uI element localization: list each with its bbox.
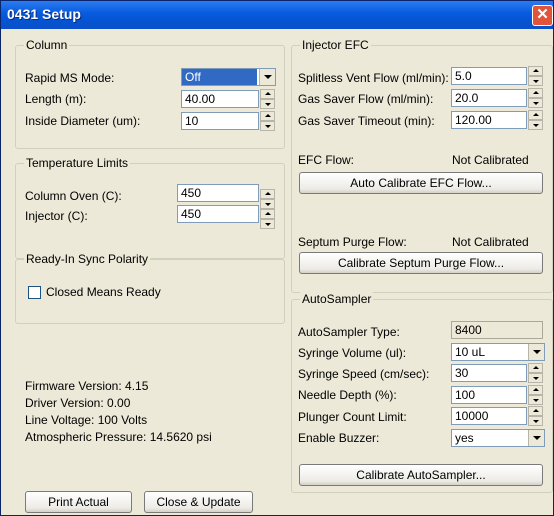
- efc-flow-label: EFC Flow:: [298, 153, 355, 167]
- syringe-volume-value: 10 uL: [455, 345, 486, 359]
- spin-up-icon[interactable]: [528, 66, 543, 76]
- plunger-count-limit-spinner[interactable]: [528, 406, 543, 426]
- driver-version: Driver Version: 0.00: [25, 396, 131, 410]
- gas-saver-timeout-spinner[interactable]: [528, 110, 543, 130]
- needle-depth-input[interactable]: 100: [451, 386, 527, 404]
- syringe-speed-label: Syringe Speed (cm/sec):: [298, 367, 430, 381]
- syringe-speed-input[interactable]: 30: [451, 364, 527, 382]
- length-spinner[interactable]: [260, 89, 275, 109]
- spin-up-icon[interactable]: [528, 88, 543, 98]
- gas-saver-flow-input[interactable]: 20.0: [451, 89, 527, 107]
- column-oven-input[interactable]: 450: [177, 184, 259, 202]
- spin-up-icon[interactable]: [260, 189, 275, 199]
- setup-dialog: 0431 Setup ✕ Column Rapid MS Mode: Off L…: [0, 0, 554, 516]
- ready-in-sync-legend: Ready-In Sync Polarity: [24, 252, 151, 266]
- spin-down-icon[interactable]: [260, 121, 275, 131]
- chevron-down-icon[interactable]: [528, 344, 544, 360]
- spin-up-icon[interactable]: [260, 209, 275, 219]
- septum-purge-flow-status: Not Calibrated: [452, 235, 529, 249]
- close-icon[interactable]: ✕: [532, 5, 553, 26]
- spin-down-icon[interactable]: [260, 219, 275, 229]
- splitless-vent-flow-input[interactable]: 5.0: [451, 67, 527, 85]
- autosampler-legend: AutoSampler: [300, 292, 374, 306]
- spin-down-icon[interactable]: [528, 416, 543, 426]
- spin-down-icon[interactable]: [528, 373, 543, 383]
- autosampler-type-value: 8400: [451, 321, 543, 339]
- temperature-limits-legend: Temperature Limits: [24, 156, 131, 170]
- syringe-volume-label: Syringe Volume (ul):: [298, 346, 407, 360]
- column-oven-spinner[interactable]: [260, 189, 275, 209]
- length-label: Length (m):: [25, 92, 87, 106]
- spin-up-icon[interactable]: [528, 110, 543, 120]
- splitless-vent-flow-spinner[interactable]: [528, 66, 543, 86]
- efc-flow-status: Not Calibrated: [452, 153, 529, 167]
- gas-saver-flow-label: Gas Saver Flow (ml/min):: [298, 92, 434, 106]
- needle-depth-label: Needle Depth (%):: [298, 388, 397, 402]
- gas-saver-timeout-label: Gas Saver Timeout (min):: [298, 114, 435, 128]
- length-input[interactable]: 40.00: [181, 90, 259, 108]
- spin-down-icon[interactable]: [528, 76, 543, 86]
- enable-buzzer-value: yes: [455, 431, 474, 445]
- atmospheric-pressure: Atmospheric Pressure: 14.5620 psi: [25, 430, 212, 444]
- syringe-speed-spinner[interactable]: [528, 363, 543, 383]
- plunger-count-limit-input[interactable]: 10000: [451, 407, 527, 425]
- spin-down-icon[interactable]: [260, 199, 275, 209]
- print-actual-button[interactable]: Print Actual: [25, 491, 132, 513]
- rapid-ms-mode-select[interactable]: Off: [181, 68, 276, 86]
- needle-depth-spinner[interactable]: [528, 385, 543, 405]
- splitless-vent-flow-label: Splitless Vent Flow (ml/min):: [298, 71, 449, 85]
- closed-means-ready-checkbox[interactable]: [28, 286, 41, 299]
- firmware-version: Firmware Version: 4.15: [25, 379, 149, 393]
- plunger-count-limit-label: Plunger Count Limit:: [298, 410, 407, 424]
- spin-up-icon[interactable]: [528, 363, 543, 373]
- closed-means-ready-label[interactable]: Closed Means Ready: [46, 285, 161, 299]
- spin-up-icon[interactable]: [260, 89, 275, 99]
- inside-diameter-spinner[interactable]: [260, 111, 275, 131]
- inside-diameter-label: Inside Diameter (um):: [25, 114, 141, 128]
- close-update-button[interactable]: Close & Update: [144, 491, 253, 513]
- title-bar[interactable]: 0431 Setup ✕: [1, 1, 553, 29]
- chevron-down-icon[interactable]: [528, 430, 544, 446]
- spin-up-icon[interactable]: [528, 385, 543, 395]
- column-oven-label: Column Oven (C):: [25, 189, 122, 203]
- syringe-volume-select[interactable]: 10 uL: [451, 343, 545, 361]
- spin-down-icon[interactable]: [528, 395, 543, 405]
- enable-buzzer-label: Enable Buzzer:: [298, 431, 380, 445]
- dialog-body: Column Rapid MS Mode: Off Length (m): 40…: [1, 29, 553, 515]
- spin-down-icon[interactable]: [260, 99, 275, 109]
- septum-purge-flow-label: Septum Purge Flow:: [298, 235, 407, 249]
- gas-saver-timeout-input[interactable]: 120.00: [451, 111, 527, 129]
- spin-up-icon[interactable]: [260, 111, 275, 121]
- injector-temp-spinner[interactable]: [260, 209, 275, 229]
- inside-diameter-input[interactable]: 10: [181, 112, 259, 130]
- spin-down-icon[interactable]: [528, 98, 543, 108]
- chevron-down-icon[interactable]: [259, 69, 275, 85]
- column-group-legend: Column: [24, 38, 70, 52]
- window-title: 0431 Setup: [7, 6, 81, 22]
- spin-down-icon[interactable]: [528, 120, 543, 130]
- spin-up-icon[interactable]: [528, 406, 543, 416]
- injector-temp-input[interactable]: 450: [177, 205, 259, 223]
- rapid-ms-mode-label: Rapid MS Mode:: [25, 71, 115, 85]
- autosampler-type-label: AutoSampler Type:: [298, 325, 400, 339]
- auto-calibrate-efc-button[interactable]: Auto Calibrate EFC Flow...: [299, 172, 543, 194]
- enable-buzzer-select[interactable]: yes: [451, 429, 545, 447]
- injector-efc-legend: Injector EFC: [300, 38, 371, 52]
- injector-temp-label: Injector (C):: [25, 209, 88, 223]
- line-voltage: Line Voltage: 100 Volts: [25, 413, 148, 427]
- calibrate-autosampler-button[interactable]: Calibrate AutoSampler...: [299, 464, 543, 486]
- gas-saver-flow-spinner[interactable]: [528, 88, 543, 108]
- rapid-ms-mode-value: Off: [182, 69, 257, 85]
- calibrate-septum-purge-button[interactable]: Calibrate Septum Purge Flow...: [299, 252, 543, 274]
